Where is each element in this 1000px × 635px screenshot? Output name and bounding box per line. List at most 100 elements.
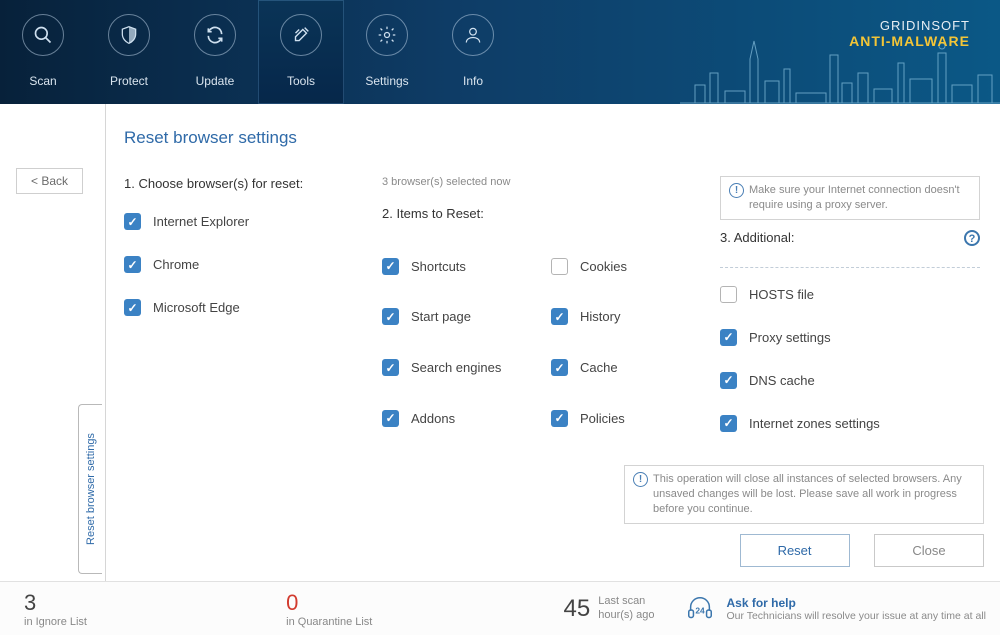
checkbox-cookies[interactable]: Cookies — [551, 255, 720, 278]
checkbox-icon — [382, 258, 399, 275]
section-heading-browsers: 1. Choose browser(s) for reset: — [124, 176, 382, 191]
refresh-icon — [194, 14, 236, 56]
help-text: Ask for help Our Technicians will resolv… — [726, 596, 986, 622]
checkbox-icon — [551, 258, 568, 275]
nav-tab-scan[interactable]: Scan — [0, 0, 86, 104]
checkbox-browser-edge[interactable]: Microsoft Edge — [124, 299, 382, 316]
checkbox-label: DNS cache — [749, 373, 815, 388]
headset-24-icon: 24 — [684, 593, 716, 625]
tools-icon — [280, 14, 322, 56]
help-subtitle: Our Technicians will resolve your issue … — [726, 610, 986, 622]
app-header: Scan Protect Update Tools Settings — [0, 0, 1000, 104]
stat-value: 45 — [564, 595, 591, 623]
proxy-info-box: Make sure your Internet connection doesn… — [720, 176, 980, 220]
checkbox-search-engines[interactable]: Search engines — [382, 356, 551, 379]
checkbox-label: Chrome — [153, 257, 199, 272]
nav-tab-label: Settings — [344, 74, 430, 88]
checkbox-icon — [382, 359, 399, 376]
back-button[interactable]: < Back — [16, 168, 83, 194]
checkbox-icon — [551, 308, 568, 325]
checkbox-icon — [720, 329, 737, 346]
selected-count-hint: 3 browser(s) selected now — [382, 176, 720, 188]
checkbox-hosts-file[interactable]: HOSTS file — [720, 286, 980, 303]
checkbox-label: HOSTS file — [749, 287, 814, 302]
checkbox-label: Internet Explorer — [153, 214, 249, 229]
checkbox-icon — [124, 299, 141, 316]
stat-line2: hour(s) ago — [598, 609, 654, 622]
nav-tab-protect[interactable]: Protect — [86, 0, 172, 104]
checkbox-label: Proxy settings — [749, 330, 831, 345]
stat-last-scan[interactable]: 45 Last scan hour(s) ago — [548, 595, 671, 623]
checkbox-proxy-settings[interactable]: Proxy settings — [720, 329, 980, 346]
checkbox-internet-zones[interactable]: Internet zones settings — [720, 415, 980, 432]
close-browsers-warning: This operation will close all instances … — [624, 465, 984, 524]
nav-tab-info[interactable]: Info — [430, 0, 516, 104]
divider — [720, 267, 980, 268]
checkbox-addons[interactable]: Addons — [382, 407, 551, 430]
user-icon — [452, 14, 494, 56]
stat-line1: Last scan — [598, 595, 654, 608]
stat-lines: Last scan hour(s) ago — [598, 595, 654, 621]
checkbox-label: History — [580, 309, 620, 324]
checkbox-label: Addons — [411, 411, 455, 426]
stat-value: 0 — [286, 590, 372, 616]
column-additional: Make sure your Internet connection doesn… — [720, 176, 980, 458]
side-tab-reset-browser[interactable]: Reset browser settings — [78, 404, 102, 574]
checkbox-policies[interactable]: Policies — [551, 407, 720, 430]
checkbox-icon — [551, 410, 568, 427]
svg-text:24: 24 — [696, 605, 706, 615]
checkbox-icon — [551, 359, 568, 376]
help-title: Ask for help — [726, 596, 986, 610]
section-heading-text: 3. Additional: — [720, 230, 794, 245]
help-icon[interactable]: ? — [964, 230, 980, 246]
stat-label: in Ignore List — [24, 616, 87, 628]
brand-line2: ANTI-MALWARE — [849, 33, 970, 49]
checkbox-dns-cache[interactable]: DNS cache — [720, 372, 980, 389]
section-heading-items: 2. Items to Reset: — [382, 206, 720, 221]
nav-tab-settings[interactable]: Settings — [344, 0, 430, 104]
stat-quarantine-list[interactable]: 0 in Quarantine List — [262, 590, 396, 628]
checkbox-label: Microsoft Edge — [153, 300, 240, 315]
shield-icon — [108, 14, 150, 56]
brand-logo: GRIDINSOFT ANTI-MALWARE — [849, 18, 970, 49]
checkbox-icon — [124, 256, 141, 273]
nav-tab-update[interactable]: Update — [172, 0, 258, 104]
checkbox-label: Cache — [580, 360, 618, 375]
left-rail: < Back Reset browser settings — [0, 104, 105, 581]
checkbox-label: Shortcuts — [411, 259, 466, 274]
checkbox-label: Start page — [411, 309, 471, 324]
checkbox-icon — [720, 286, 737, 303]
checkbox-icon — [720, 372, 737, 389]
search-icon — [22, 14, 64, 56]
checkbox-start-page[interactable]: Start page — [382, 305, 551, 328]
checkbox-label: Policies — [580, 411, 625, 426]
column-items: 3 browser(s) selected now 2. Items to Re… — [382, 176, 720, 458]
gear-icon — [366, 14, 408, 56]
checkbox-browser-ie[interactable]: Internet Explorer — [124, 213, 382, 230]
stat-value: 3 — [24, 590, 87, 616]
close-button[interactable]: Close — [874, 534, 984, 567]
checkbox-icon — [382, 308, 399, 325]
ask-for-help[interactable]: 24 Ask for help Our Technicians will res… — [670, 593, 1000, 625]
status-footer: 3 in Ignore List 0 in Quarantine List 45… — [0, 581, 1000, 635]
nav-tab-tools[interactable]: Tools — [258, 0, 344, 104]
checkbox-cache[interactable]: Cache — [551, 356, 720, 379]
brand-line1: GRIDINSOFT — [849, 18, 970, 33]
button-row: Reset Close — [624, 534, 984, 567]
reset-button[interactable]: Reset — [740, 534, 850, 567]
checkbox-label: Internet zones settings — [749, 416, 880, 431]
checkbox-browser-chrome[interactable]: Chrome — [124, 256, 382, 273]
stat-ignore-list[interactable]: 3 in Ignore List — [0, 590, 111, 628]
column-browsers: 1. Choose browser(s) for reset: Internet… — [124, 176, 382, 458]
section-heading-additional: 3. Additional: ? — [720, 230, 980, 245]
nav-tab-label: Info — [430, 74, 516, 88]
checkbox-shortcuts[interactable]: Shortcuts — [382, 255, 551, 278]
page-title: Reset browser settings — [124, 128, 990, 148]
checkbox-history[interactable]: History — [551, 305, 720, 328]
side-tab-label: Reset browser settings — [85, 433, 97, 545]
page-body: < Back Reset browser settings Reset brow… — [0, 104, 1000, 581]
checkbox-label: Cookies — [580, 259, 627, 274]
checkbox-icon — [124, 213, 141, 230]
bottom-actions: This operation will close all instances … — [624, 465, 984, 567]
stat-label: in Quarantine List — [286, 616, 372, 628]
